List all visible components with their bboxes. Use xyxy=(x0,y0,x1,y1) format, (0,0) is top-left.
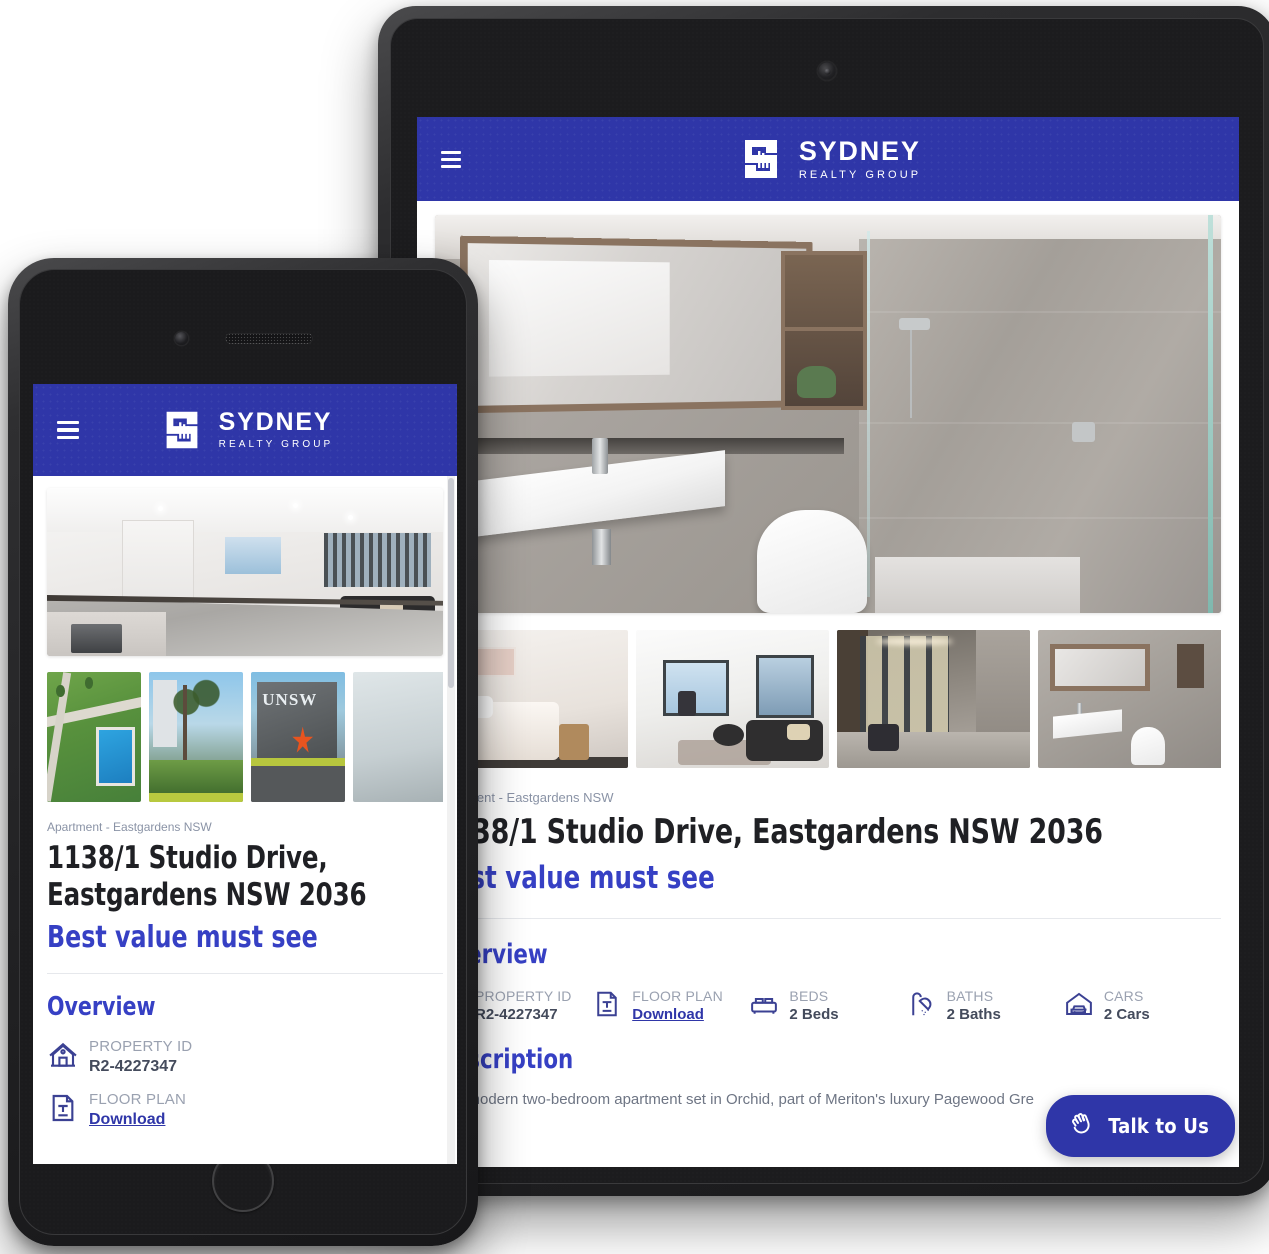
app-header-tablet: SYDNEY REALTY GROUP xyxy=(417,117,1239,201)
overview-item-beds: BEDS 2 Beds xyxy=(749,988,906,1024)
listing-category: Apartment - Eastgardens NSW xyxy=(47,820,212,834)
overview-item-cars: CARS 2 Cars xyxy=(1064,988,1221,1024)
hamburger-menu-icon[interactable] xyxy=(441,150,461,168)
shower-icon xyxy=(907,989,937,1024)
phone-bezel: SYDNEY REALTY GROUP UNSW Apartment - Eas… xyxy=(19,269,467,1235)
phone-device-mockup: SYDNEY REALTY GROUP UNSW Apartment - Eas… xyxy=(8,258,478,1246)
overview-label: BATHS xyxy=(946,988,994,1005)
overview-item-floor-plan[interactable]: FLOOR PLAN Download xyxy=(592,988,749,1024)
brand-name: SYDNEY xyxy=(798,135,921,166)
thumbnail-item[interactable]: UNSW xyxy=(251,672,345,802)
thumbnail-item[interactable] xyxy=(1038,630,1221,768)
overview-label: BEDS xyxy=(789,988,829,1005)
listing-tagline: Best value must see xyxy=(435,860,715,897)
listing-category: Apartment - Eastgardens NSW xyxy=(435,790,614,805)
thumbnail-item[interactable] xyxy=(149,672,243,802)
tablet-bezel: SYDNEY REALTY GROUP Apartment - Eastgard… xyxy=(390,18,1264,1184)
listing-tagline: Best value must see xyxy=(47,920,318,956)
page-scrollbar[interactable] xyxy=(447,476,455,1164)
app-header-phone: SYDNEY REALTY GROUP xyxy=(33,384,457,476)
listing-address-line-2: Eastgardens NSW 2036 xyxy=(47,877,367,914)
floor-plan-download-link[interactable]: Download xyxy=(89,1110,186,1130)
listing-content-tablet: Apartment - Eastgardens NSW 1138/1 Studi… xyxy=(417,201,1239,1109)
floor-plan-download-link[interactable]: Download xyxy=(632,1006,723,1025)
thumbnail-item[interactable] xyxy=(47,672,141,802)
screenshot-stage: SYDNEY REALTY GROUP Apartment - Eastgard… xyxy=(0,0,1269,1254)
house-icon xyxy=(47,1039,79,1076)
listing-address-line-1: 1138/1 Studio Drive, xyxy=(47,840,328,876)
floorplan-document-icon xyxy=(47,1092,79,1129)
thumbnail-item[interactable] xyxy=(837,630,1030,768)
thumbnail-item[interactable] xyxy=(353,672,443,802)
phone-screen: SYDNEY REALTY GROUP UNSW Apartment - Eas… xyxy=(33,384,457,1164)
overview-section-title: Overview xyxy=(435,939,548,971)
car-garage-icon xyxy=(1064,989,1094,1024)
overview-item-property-id: PROPERTY ID R2-4227347 xyxy=(47,1038,192,1077)
scrollbar-thumb[interactable] xyxy=(448,478,454,688)
overview-label: CARS xyxy=(1103,988,1144,1005)
sydney-realty-logo-mark xyxy=(166,411,198,449)
brand-logo-tablet[interactable]: SYDNEY REALTY GROUP xyxy=(735,133,921,185)
section-divider xyxy=(435,918,1221,920)
thumbnail-item[interactable] xyxy=(636,630,829,768)
brand-subtitle: REALTY GROUP xyxy=(798,168,922,181)
brand-logo-phone[interactable]: SYDNEY REALTY GROUP xyxy=(157,405,334,455)
overview-item-baths: BATHS 2 Baths xyxy=(907,988,1064,1024)
overview-value: R2-4227347 xyxy=(89,1058,178,1076)
overview-label: FLOOR PLAN xyxy=(89,1091,187,1109)
sydney-realty-logo-mark xyxy=(744,140,777,178)
thumbnail-strip[interactable]: UNSW xyxy=(47,672,443,802)
listing-content-phone: UNSW Apartment - Eastgardens NSW 1138/1 … xyxy=(33,476,457,1130)
overview-section-title: Overview xyxy=(47,992,156,1023)
overview-label: PROPERTY ID xyxy=(475,988,572,1005)
tablet-front-camera-icon xyxy=(818,62,836,80)
talk-to-us-label: Talk to Us xyxy=(1108,1114,1209,1138)
tablet-device-mockup: SYDNEY REALTY GROUP Apartment - Eastgard… xyxy=(378,6,1269,1196)
description-section-title: Description xyxy=(435,1044,574,1076)
tablet-screen: SYDNEY REALTY GROUP Apartment - Eastgard… xyxy=(417,117,1239,1167)
hero-image[interactable] xyxy=(47,488,443,656)
overview-label: FLOOR PLAN xyxy=(632,988,723,1005)
hero-image[interactable] xyxy=(435,215,1221,613)
hamburger-menu-icon[interactable] xyxy=(57,420,79,440)
overview-value: 2 Cars xyxy=(1103,1005,1150,1023)
overview-label: PROPERTY ID xyxy=(89,1038,193,1056)
waving-hand-icon xyxy=(1066,1108,1097,1144)
overview-value: R2-4227347 xyxy=(475,1005,558,1023)
talk-to-us-button[interactable]: Talk to Us xyxy=(1046,1095,1235,1157)
thumbnail-strip[interactable] xyxy=(435,630,1221,768)
brand-name: SYDNEY xyxy=(218,408,333,436)
phone-speaker-grille xyxy=(225,333,313,344)
overview-value: 2 Baths xyxy=(946,1005,1001,1023)
section-divider xyxy=(47,973,443,975)
phone-front-camera-icon xyxy=(175,332,188,345)
overview-items-row: PROPERTY ID R2-4227347 FLOOR PLAN Downlo… xyxy=(435,988,1221,1024)
listing-address: 1138/1 Studio Drive, Eastgardens NSW 203… xyxy=(435,812,1103,852)
brand-subtitle: REALTY GROUP xyxy=(218,439,334,450)
floorplan-document-icon xyxy=(592,989,622,1024)
overview-value: 2 Beds xyxy=(789,1005,839,1023)
bed-icon xyxy=(749,989,779,1024)
overview-items-row: PROPERTY ID R2-4227347 FLOOR PLAN Downlo… xyxy=(47,1038,443,1130)
overview-item-floor-plan[interactable]: FLOOR PLAN Download xyxy=(47,1091,186,1130)
